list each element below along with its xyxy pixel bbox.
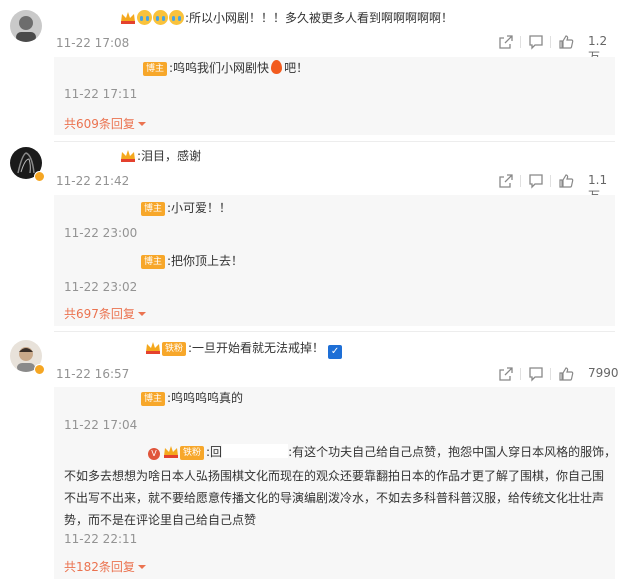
verified-v-icon: V — [148, 448, 160, 460]
fire-icon — [271, 60, 283, 74]
blogger-badge: 博主 — [141, 392, 166, 406]
reply-time: 11-22 17:11 — [64, 87, 138, 101]
divider — [520, 175, 521, 187]
reply-time: 11-22 23:02 — [64, 280, 138, 294]
comment-icon[interactable] — [528, 34, 544, 50]
comment-text: :泪目，感谢 — [120, 148, 201, 164]
crown-icon — [120, 149, 136, 162]
reply-text: 势，而不是在评论里自己给自己点赞 — [64, 513, 257, 527]
crying-emoji-icon — [153, 10, 168, 25]
share-icon[interactable] — [498, 366, 514, 382]
username-mask — [222, 444, 289, 458]
reply-text: 博主:小可爱！！ — [141, 200, 231, 216]
reply-text: 博主:呜呜我们小网剧快 吧！ — [143, 60, 308, 76]
more-replies-link[interactable]: 共697条回复 — [64, 305, 146, 322]
blogger-badge: 博主 — [141, 202, 166, 216]
comment-time: 11-22 21:42 — [56, 174, 130, 188]
comment-time: 11-22 17:08 — [56, 36, 130, 50]
blogger-badge: 博主 — [143, 62, 168, 76]
crown-icon — [163, 445, 179, 458]
comment-actions: 1.2万 — [498, 34, 618, 64]
comment-text: :所以小网剧！！！多久被更多人看到啊啊啊啊啊！ — [120, 10, 453, 26]
blogger-badge: 博主 — [141, 255, 166, 269]
reply-text: V 铁粉:回:有这个功夫自己给自己点赞，抱怨中国人穿日本风格的服饰， — [148, 444, 616, 460]
crying-emoji-icon — [169, 10, 184, 25]
avatar[interactable] — [10, 10, 42, 42]
verified-badge-icon — [34, 171, 45, 182]
fan-badge: 铁粉 — [180, 446, 205, 460]
crying-emoji-icon — [137, 10, 152, 25]
chevron-down-icon — [137, 122, 146, 126]
divider — [550, 368, 551, 380]
like-count: 7990 — [588, 366, 619, 380]
divider — [520, 36, 521, 48]
divider — [54, 331, 615, 332]
reply-text: 博主:把你顶上去！ — [141, 253, 243, 269]
comment-actions: 1.1万 — [498, 173, 618, 203]
like-icon[interactable] — [558, 34, 574, 50]
reply-text: 不如多去想想为啥日本人弘扬围棋文化而现在的观众还要靠翻拍日本的作品才更了解了围棋… — [64, 469, 605, 483]
crown-icon — [145, 341, 161, 354]
comment-actions: 7990 — [498, 366, 619, 382]
divider — [550, 36, 551, 48]
divider — [550, 175, 551, 187]
comment-icon[interactable] — [528, 366, 544, 382]
reply-text: 不出写不出来，就不要给愿意传播文化的导演编剧泼冷水，不如去多科普科普汉服，给传统… — [64, 491, 605, 505]
comment-text: 铁粉:一旦开始看就无法戒掉！ ✓ — [145, 340, 343, 359]
share-icon[interactable] — [498, 173, 514, 189]
fan-badge: 铁粉 — [162, 342, 187, 356]
comment-icon[interactable] — [528, 173, 544, 189]
crown-icon — [120, 11, 136, 24]
comment-time: 11-22 16:57 — [56, 367, 130, 381]
reply-time: 11-22 22:11 — [64, 532, 138, 546]
divider — [54, 141, 615, 142]
divider — [520, 368, 521, 380]
reply-text: 博主:呜呜呜呜真的 — [141, 390, 243, 406]
reply-time: 11-22 17:04 — [64, 418, 138, 432]
checkmark-icon: ✓ — [328, 345, 343, 359]
share-icon[interactable] — [498, 34, 514, 50]
chevron-down-icon — [137, 312, 146, 316]
verified-badge-icon — [34, 364, 45, 375]
chevron-down-icon — [137, 565, 146, 569]
like-icon[interactable] — [558, 173, 574, 189]
more-replies-link[interactable]: 共182条回复 — [64, 558, 146, 575]
like-icon[interactable] — [558, 366, 574, 382]
more-replies-link[interactable]: 共609条回复 — [64, 115, 146, 132]
reply-time: 11-22 23:00 — [64, 226, 138, 240]
